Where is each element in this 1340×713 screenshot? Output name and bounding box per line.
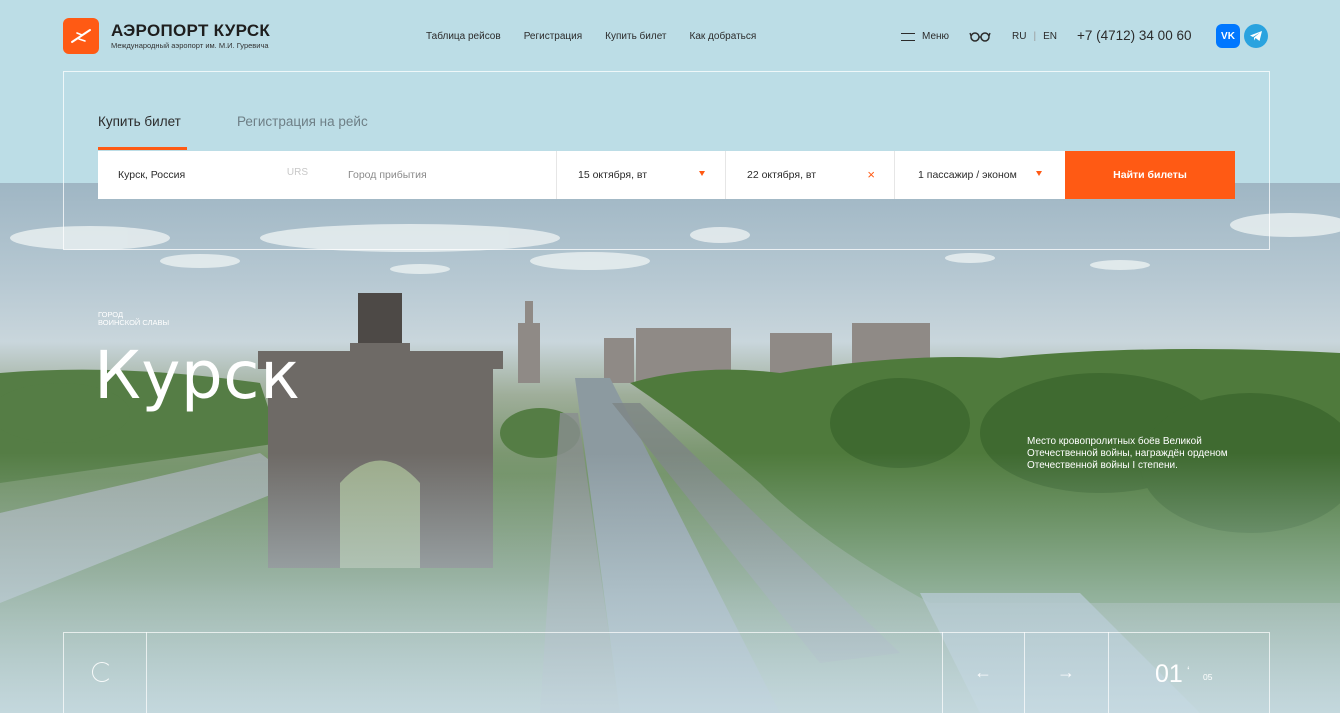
lang-en[interactable]: EN — [1043, 31, 1057, 42]
menu-button[interactable]: Меню — [901, 31, 949, 42]
slider-divider — [1108, 632, 1109, 713]
lang-separator: | — [1033, 31, 1037, 42]
burger-icon — [901, 32, 915, 41]
glasses-icon[interactable] — [969, 29, 991, 48]
slider-divider — [146, 632, 147, 713]
phone-number[interactable]: +7 (4712) 34 00 60 — [1077, 28, 1191, 43]
passengers-field[interactable]: 1 пассажир / эконом — [895, 151, 1065, 199]
plane-logo-icon[interactable] — [63, 18, 99, 54]
slide-total-number: 05 — [1203, 672, 1213, 682]
arrival-placeholder: Город прибытия — [348, 169, 427, 181]
slide-current-number: 01 — [1155, 660, 1183, 688]
language-switcher: RU | EN — [1012, 31, 1057, 42]
arrival-field[interactable]: Город прибытия — [327, 151, 557, 199]
menu-label: Меню — [922, 31, 950, 42]
clear-return-date-icon[interactable]: × — [867, 167, 875, 182]
vk-label: VK — [1221, 30, 1235, 42]
arrow-right-icon[interactable]: → — [1057, 662, 1075, 683]
nav-registration[interactable]: Регистрация — [524, 31, 582, 42]
lang-ru[interactable]: RU — [1012, 31, 1026, 42]
city-description: Место кровопролитных боёв Великой Отечес… — [1027, 436, 1228, 471]
ticket-search-form: Курск, Россия URS Город прибытия 15 октя… — [98, 151, 1235, 199]
departure-value: Курск, Россия — [118, 169, 186, 181]
search-tickets-button[interactable]: Найти билеты — [1065, 151, 1235, 199]
spinner-icon — [92, 662, 112, 682]
slider-divider — [1024, 632, 1025, 713]
return-date-value: 22 октября, вт — [747, 169, 817, 181]
nav-how-to-get[interactable]: Как добраться — [690, 31, 757, 42]
city-tag: Город воинской славы — [98, 311, 169, 327]
caret-down-icon — [699, 171, 705, 176]
tab-flight-registration[interactable]: Регистрация на рейс — [237, 114, 368, 129]
vk-icon[interactable]: VK — [1216, 24, 1240, 48]
departure-date-value: 15 октября, вт — [578, 169, 648, 181]
active-tab-indicator — [98, 147, 187, 150]
logo-subtitle: Международный аэропорт им. М.И. Гуревича — [111, 41, 269, 50]
departure-code: URS — [286, 167, 308, 178]
main-nav: Таблица рейсов Регистрация Купить билет … — [426, 31, 756, 42]
logo-title[interactable]: АЭРОПОРТ КУРСК — [111, 21, 270, 41]
city-tag-line2: воинской славы — [98, 318, 170, 327]
slide-tick-mark: ‘ — [1187, 664, 1190, 678]
slider-controls-frame — [63, 632, 1270, 713]
departure-date-field[interactable]: 15 октября, вт — [557, 151, 726, 199]
tab-buy-ticket[interactable]: Купить билет — [98, 114, 181, 129]
caret-down-icon — [1036, 171, 1042, 176]
return-date-field[interactable]: 22 октября, вт × — [726, 151, 895, 199]
city-title: Курск — [94, 337, 301, 414]
slider-divider — [942, 632, 943, 713]
passengers-value: 1 пассажир / эконом — [918, 169, 1017, 181]
departure-field[interactable]: Курск, Россия URS — [98, 151, 327, 199]
nav-buy-ticket[interactable]: Купить билет — [605, 31, 666, 42]
nav-flights-table[interactable]: Таблица рейсов — [426, 31, 501, 42]
arrow-left-icon[interactable]: ← — [974, 662, 992, 683]
telegram-icon[interactable] — [1244, 24, 1268, 48]
site-header: АЭРОПОРТ КУРСК Международный аэропорт им… — [0, 0, 1340, 72]
